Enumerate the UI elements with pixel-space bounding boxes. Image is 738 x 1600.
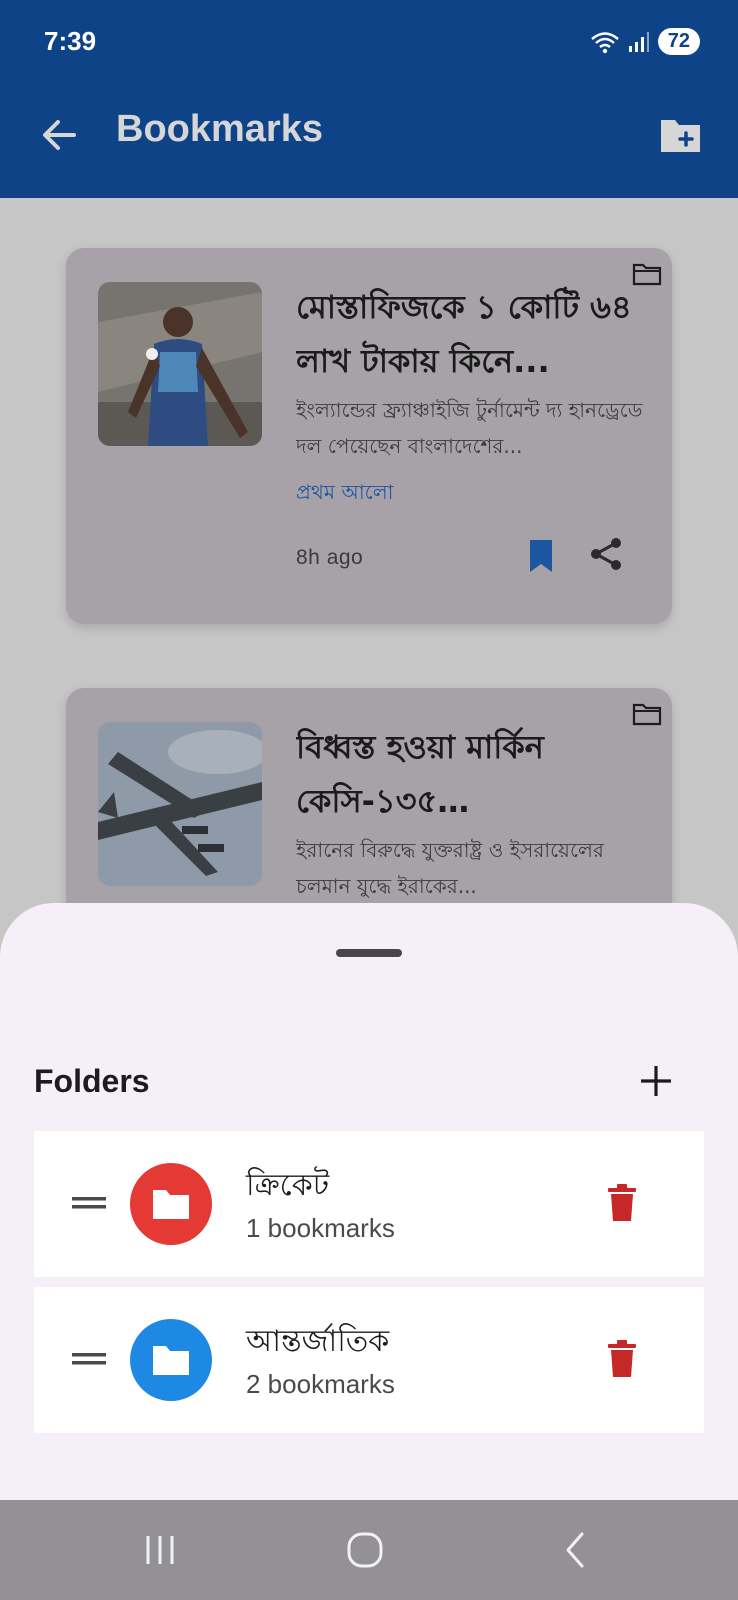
article-title[interactable]: মোস্তাফিজকে ১ কোটি ৬৪ লাখ টাকায় কিনে...	[296, 280, 646, 388]
bookmark-card[interactable]: মোস্তাফিজকে ১ কোটি ৬৪ লাখ টাকায় কিনে...…	[66, 248, 672, 624]
folder-avatar	[130, 1163, 212, 1245]
article-title[interactable]: বিধ্বস্ত হওয়া মার্কিন কেসি-১৩৫ উড়োজাহা…	[296, 720, 646, 828]
folder-icon	[153, 1346, 189, 1375]
battery-indicator: 72	[657, 28, 700, 55]
page-title: Bookmarks	[116, 108, 323, 150]
recent-apps-icon[interactable]	[140, 1530, 180, 1570]
folder-row[interactable]: ক্রিকেট 1 bookmarks	[34, 1131, 704, 1277]
article-description: ইংল্যান্ডের ফ্র্যাঞ্চাইজি টুর্নামেন্ট দ্…	[296, 398, 643, 458]
wifi-icon	[590, 31, 619, 53]
article-source: প্রথম আলো	[296, 480, 394, 504]
sheet-title: Folders	[34, 1063, 150, 1099]
drag-handle[interactable]	[336, 949, 402, 957]
status-bar: 7:39 72	[0, 0, 738, 84]
home-icon[interactable]	[345, 1530, 385, 1570]
app-bar: Bookmarks	[0, 84, 738, 198]
folders-bottom-sheet: Folders ক্রিকেট 1 bookmarks আন্তর্জাতিক …	[0, 903, 738, 1500]
delete-icon[interactable]	[606, 1339, 638, 1379]
back-nav-icon[interactable]	[556, 1530, 596, 1570]
folder-avatar	[130, 1319, 212, 1401]
folder-name: ক্রিকেট	[246, 1168, 330, 1203]
article-description: ইরানের বিরুদ্ধে যুক্তরাষ্ট্র ও ইসরায়েলে…	[296, 838, 604, 898]
article-thumbnail[interactable]	[98, 722, 262, 886]
status-icons: 72	[590, 28, 700, 55]
article-time: 8h ago	[296, 546, 364, 569]
bookmark-icon[interactable]	[526, 538, 556, 574]
article-thumbnail[interactable]	[98, 282, 262, 446]
new-folder-icon[interactable]	[658, 112, 704, 158]
folder-name: আন্তর্জাতিক	[246, 1324, 390, 1359]
drag-handle-icon[interactable]	[72, 1195, 106, 1211]
signal-icon	[628, 31, 649, 52]
drag-handle-icon[interactable]	[72, 1351, 106, 1367]
share-icon[interactable]	[588, 536, 624, 572]
folder-count: 1 bookmarks	[246, 1213, 395, 1243]
system-nav-bar	[0, 1500, 738, 1600]
folder-icon	[153, 1190, 189, 1219]
back-arrow-icon[interactable]	[38, 114, 80, 156]
folder-row[interactable]: আন্তর্জাতিক 2 bookmarks	[34, 1287, 704, 1433]
status-time: 7:39	[44, 26, 97, 56]
add-icon[interactable]	[638, 1063, 674, 1099]
folder-count: 2 bookmarks	[246, 1369, 395, 1399]
delete-icon[interactable]	[606, 1183, 638, 1223]
